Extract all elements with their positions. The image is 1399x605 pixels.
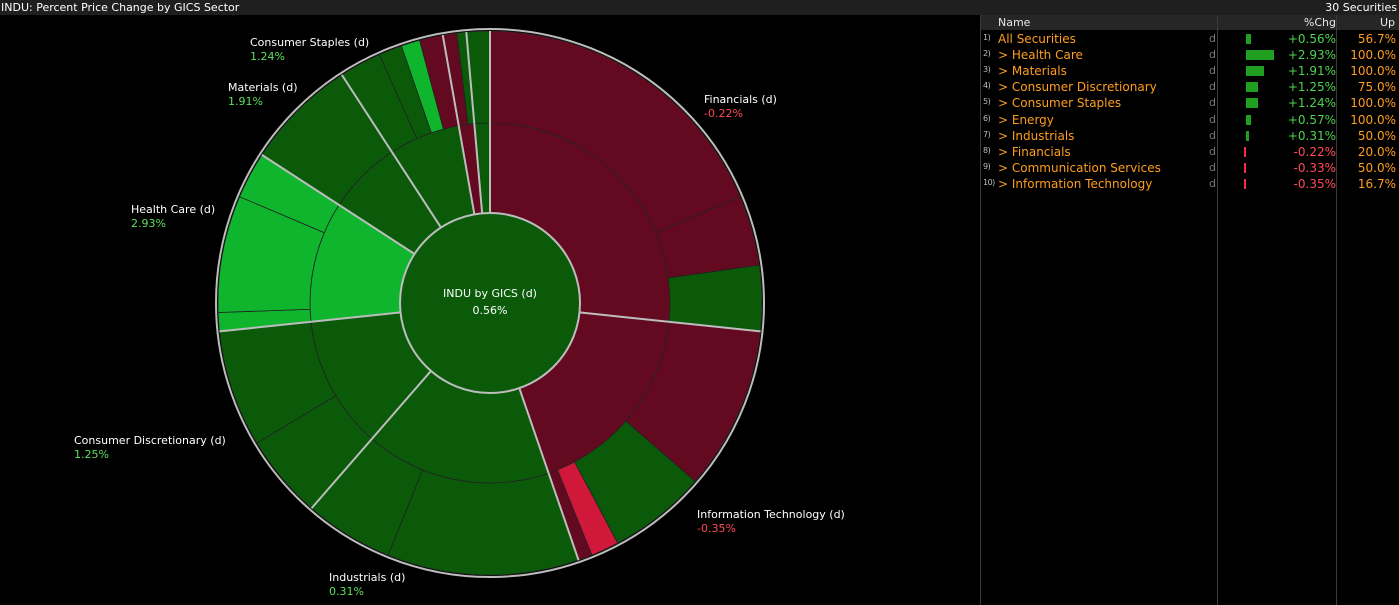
sector-label-name: Consumer Discretionary (d) — [74, 434, 226, 447]
table-row[interactable]: 4) > Consumer Discretionary d +1.25% 75.0% — [980, 79, 1399, 95]
row-up-pct: 100.0% — [1350, 112, 1396, 127]
sector-label-name: Information Technology (d) — [697, 508, 845, 521]
center-label: INDU by GICS (d) — [443, 287, 537, 300]
change-bar — [1246, 98, 1258, 109]
change-bar — [1246, 50, 1275, 61]
sector-label-name: Health Care (d) — [131, 203, 215, 216]
sunburst-center[interactable]: INDU by GICS (d) 0.56% — [399, 212, 581, 394]
row-up-pct: 100.0% — [1350, 48, 1396, 63]
sector-label-name: Financials (d) — [704, 93, 777, 106]
row-up-pct: 56.7% — [1357, 32, 1396, 46]
col-up-header[interactable]: Up — [1380, 15, 1395, 30]
row-pct-change: +0.57% — [1287, 112, 1336, 127]
row-period: d — [1209, 64, 1216, 78]
sector-label-name: Materials (d) — [228, 81, 297, 94]
chart-title: INDU: Percent Price Change by GICS Secto… — [1, 1, 240, 14]
row-name[interactable]: > Financials — [998, 144, 1071, 160]
sector-label-value: -0.22% — [704, 107, 743, 120]
table-row[interactable]: 6) > Energy d +0.57% 100.0% — [980, 112, 1399, 128]
col-pct-header[interactable]: %Chg — [1304, 15, 1336, 30]
row-pct-change: -0.33% — [1293, 160, 1336, 175]
change-bar — [1244, 162, 1246, 173]
row-pct-change: -0.35% — [1293, 176, 1336, 191]
row-period: d — [1209, 128, 1216, 142]
sector-label-name: Industrials (d) — [329, 571, 405, 584]
row-name[interactable]: > Consumer Discretionary — [998, 79, 1157, 95]
row-period: d — [1209, 96, 1216, 110]
sector-table: Name %Chg Up 1) All Securities d +0.56% 56.7… — [980, 15, 1399, 605]
change-bar — [1246, 82, 1258, 93]
table-row[interactable]: 10) > Information Technology d -0.35% 16.7% — [980, 176, 1399, 192]
change-bar — [1246, 114, 1252, 125]
sector-label-value: 1.91% — [228, 95, 263, 108]
row-name[interactable]: > Energy — [998, 112, 1054, 128]
row-pct-change: +1.24% — [1287, 96, 1336, 111]
row-period: d — [1209, 176, 1216, 190]
row-number: 3) — [983, 65, 991, 75]
col-name-header[interactable]: Name — [998, 15, 1030, 30]
row-up-pct: 50.0% — [1357, 128, 1396, 143]
table-row[interactable]: 1) All Securities d +0.56% 56.7% — [980, 31, 1399, 47]
sector-label-value: -0.35% — [697, 522, 736, 535]
row-number: 4) — [983, 81, 991, 91]
change-bar — [1246, 66, 1265, 77]
table-row[interactable]: 8) > Financials d -0.22% 20.0% — [980, 144, 1399, 160]
row-number: 1) — [983, 33, 991, 42]
row-name[interactable]: > Industrials — [998, 128, 1074, 144]
table-row[interactable]: 9) > Communication Services d -0.33% 50.0% — [980, 160, 1399, 176]
row-period: d — [1209, 32, 1216, 45]
row-up-pct: 20.0% — [1357, 144, 1396, 159]
row-name[interactable]: > Health Care — [998, 47, 1083, 63]
row-name[interactable]: All Securities — [998, 31, 1076, 47]
sector-label-value: 1.25% — [74, 448, 109, 461]
row-number: 9) — [983, 161, 991, 171]
row-pct-change: +1.25% — [1287, 80, 1336, 95]
center-circle[interactable] — [399, 212, 581, 394]
row-period: d — [1209, 112, 1216, 126]
row-number: 10) — [983, 177, 995, 187]
securities-count: 30 Securities — [1325, 1, 1397, 14]
row-pct-change: +1.91% — [1287, 64, 1336, 79]
row-up-pct: 100.0% — [1350, 64, 1396, 79]
row-up-pct: 100.0% — [1350, 96, 1396, 111]
row-period: d — [1209, 48, 1216, 62]
row-name[interactable]: > Communication Services — [998, 160, 1161, 176]
row-name[interactable]: > Information Technology — [998, 176, 1152, 192]
row-pct-change: +2.93% — [1287, 48, 1336, 63]
row-up-pct: 75.0% — [1357, 80, 1396, 95]
row-up-pct: 50.0% — [1357, 160, 1396, 175]
center-value: 0.56% — [473, 304, 508, 317]
row-number: 8) — [983, 145, 991, 155]
change-bar — [1244, 178, 1246, 189]
sector-label-name: Consumer Staples (d) — [250, 36, 369, 49]
row-number: 7) — [983, 129, 991, 139]
row-up-pct: 16.7% — [1357, 176, 1396, 191]
row-pct-change: +0.56% — [1287, 32, 1336, 46]
row-number: 2) — [983, 49, 991, 59]
sector-label-value: 2.93% — [131, 217, 166, 230]
sector-label-value: 0.31% — [329, 585, 364, 598]
row-pct-change: -0.22% — [1293, 144, 1336, 159]
row-name[interactable]: > Consumer Staples — [998, 95, 1121, 111]
table-row[interactable]: 7) > Industrials d +0.31% 50.0% — [980, 128, 1399, 144]
table-row[interactable]: 2) > Health Care d +2.93% 100.0% — [980, 47, 1399, 63]
table-row[interactable]: 5) > Consumer Staples d +1.24% 100.0% — [980, 95, 1399, 111]
row-period: d — [1209, 160, 1216, 174]
row-number: 6) — [983, 113, 991, 123]
security-wedge[interactable] — [387, 469, 580, 576]
change-bar — [1246, 130, 1249, 141]
title-bar: INDU: Percent Price Change by GICS Secto… — [0, 0, 1399, 15]
row-period: d — [1209, 80, 1216, 94]
change-bar — [1244, 146, 1246, 157]
change-bar — [1246, 34, 1252, 44]
table-row[interactable]: 3) > Materials d +1.91% 100.0% — [980, 63, 1399, 79]
row-name[interactable]: > Materials — [998, 63, 1067, 79]
row-pct-change: +0.31% — [1287, 128, 1336, 143]
sunburst-chart[interactable]: INDU by GICS (d) 0.56% Financials (d)-0.2… — [0, 15, 980, 605]
row-number: 5) — [983, 97, 991, 107]
sector-label-value: 1.24% — [250, 50, 285, 63]
row-period: d — [1209, 144, 1216, 158]
